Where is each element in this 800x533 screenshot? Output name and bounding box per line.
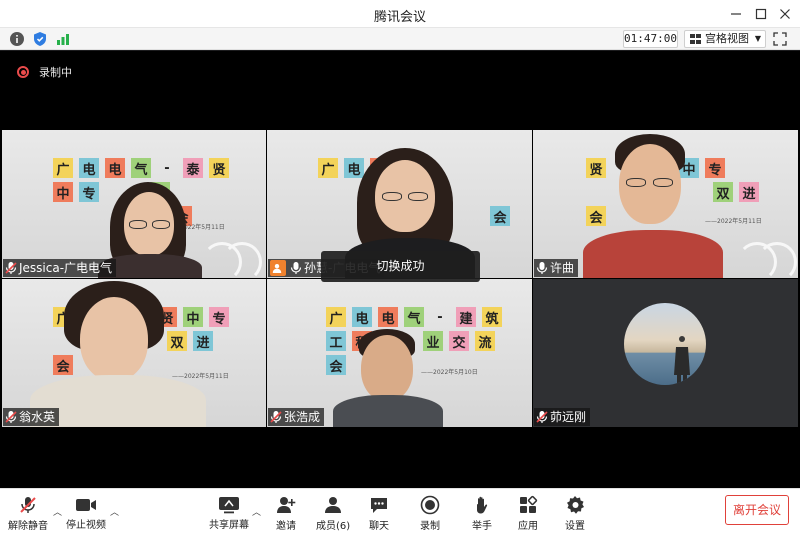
chevron-up-icon[interactable]: ︿ <box>53 505 62 518</box>
settings-label: 设置 <box>565 521 585 532</box>
info-bar: 01:47:00 宫格视图 ▼ <box>0 28 800 50</box>
participant-nametag: 茆远刚 <box>534 408 591 426</box>
stop-video-label: 停止视频 <box>66 520 106 531</box>
unmute-label: 解除静音 <box>8 521 48 532</box>
chevron-up-icon[interactable]: ︿ <box>252 505 261 518</box>
mic-muted-icon <box>5 411 17 423</box>
participant-nametag: Jessica-广电电气 <box>3 259 117 277</box>
unmute-button[interactable]: 解除静音 <box>8 495 48 532</box>
participant-nametag: 翁水英 <box>3 408 60 426</box>
avatar-photo-icon <box>674 336 690 383</box>
stop-video-button[interactable]: 停止视频 <box>66 495 106 531</box>
shield-icon[interactable] <box>32 31 48 47</box>
chevron-down-icon: ▼ <box>754 34 761 43</box>
leave-meeting-button[interactable]: 离开会议 <box>725 495 789 525</box>
fullscreen-icon[interactable] <box>772 31 788 47</box>
signal-icon[interactable] <box>55 31 71 47</box>
raise-hand-button[interactable]: 举手 <box>471 495 493 532</box>
grid-view-label: 宫格视图 <box>705 32 749 45</box>
participant-name: 许曲 <box>550 261 575 275</box>
invite-label: 邀请 <box>276 521 296 532</box>
participant-name: 茆远刚 <box>550 410 587 424</box>
record-icon <box>17 66 29 78</box>
video-tile[interactable]: 广 中 贤 中 专 双 进 会 ——2022年5月11日 翁水英 <box>2 279 266 427</box>
members-label: 成员(6) <box>316 521 351 532</box>
recording-label: 录制中 <box>39 66 72 79</box>
chevron-up-icon[interactable]: ︿ <box>110 505 119 518</box>
minimize-button[interactable] <box>726 4 746 24</box>
toast-message: 切换成功 <box>321 251 480 282</box>
record-label: 录制 <box>420 521 440 532</box>
participant-nametag: 许曲 <box>534 259 579 277</box>
minimize-icon <box>731 13 741 15</box>
record-button[interactable]: 录制 <box>419 495 441 532</box>
grid-icon <box>690 34 701 44</box>
mic-muted-icon <box>17 495 39 515</box>
settings-button[interactable]: 设置 <box>564 495 586 532</box>
grid-view-dropdown[interactable]: 宫格视图 ▼ <box>684 30 766 48</box>
video-stage: 录制中 广 电 电 气 - 泰 贤 中 专 宣 双 进 会 2022年5月11日 <box>0 51 800 488</box>
raise-hand-label: 举手 <box>472 521 492 532</box>
hand-icon <box>471 495 493 515</box>
mic-muted-icon <box>536 411 548 423</box>
mic-icon <box>536 262 548 274</box>
close-icon <box>780 9 790 19</box>
members-button[interactable]: 成员(6) <box>316 495 351 532</box>
add-user-icon <box>275 495 297 515</box>
users-icon <box>322 495 344 515</box>
maximize-button[interactable] <box>751 4 771 24</box>
meeting-timer: 01:47:00 <box>623 30 678 48</box>
title-bar: 腾讯会议 <box>0 0 800 28</box>
chat-button[interactable]: 聊天 <box>368 495 390 532</box>
apps-button[interactable]: 应用 <box>517 495 539 532</box>
participant-nametag: 张浩成 <box>268 408 325 426</box>
info-icon[interactable] <box>9 31 25 47</box>
gear-icon <box>564 495 586 515</box>
participant-face <box>80 297 148 381</box>
chat-icon <box>368 495 390 515</box>
meeting-toolbar: 解除静音 ︿ 停止视频 ︿ 共享屏幕 ︿ 邀请 成员(6) 聊天 录制 举手 应… <box>0 488 800 533</box>
apps-label: 应用 <box>518 521 538 532</box>
chat-label: 聊天 <box>369 521 389 532</box>
recording-indicator: 录制中 <box>17 64 72 80</box>
mic-muted-icon <box>5 262 17 274</box>
mic-muted-icon <box>270 411 282 423</box>
close-button[interactable] <box>775 4 795 24</box>
mic-icon <box>290 262 302 274</box>
host-avatar-icon <box>270 260 286 276</box>
participant-name: Jessica-广电电气 <box>19 261 113 275</box>
record-icon <box>419 495 441 515</box>
participant-name: 翁水英 <box>19 410 56 424</box>
maximize-icon <box>755 8 767 20</box>
participant-avatar <box>624 303 706 385</box>
share-screen-label: 共享屏幕 <box>209 520 249 531</box>
participant-face <box>361 335 413 401</box>
video-tile[interactable]: 广 电 电 气 - 建 筑 工 程 业 交 流 会 ——2022年5月10日 张… <box>267 279 532 427</box>
window-title: 腾讯会议 <box>373 10 426 25</box>
apps-icon <box>517 495 539 515</box>
camera-icon <box>75 495 97 514</box>
invite-button[interactable]: 邀请 <box>275 495 297 532</box>
participant-name: 张浩成 <box>284 410 321 424</box>
video-tile[interactable]: 广 电 电 气 - 泰 贤 中 专 宣 双 进 会 2022年5月11日 Jes… <box>2 130 266 278</box>
video-tile[interactable]: 贤 中 专 双 进 会 ——2022年5月11日 许曲 <box>533 130 798 278</box>
share-screen-button[interactable]: 共享屏幕 <box>209 495 249 531</box>
share-screen-icon <box>218 495 240 514</box>
